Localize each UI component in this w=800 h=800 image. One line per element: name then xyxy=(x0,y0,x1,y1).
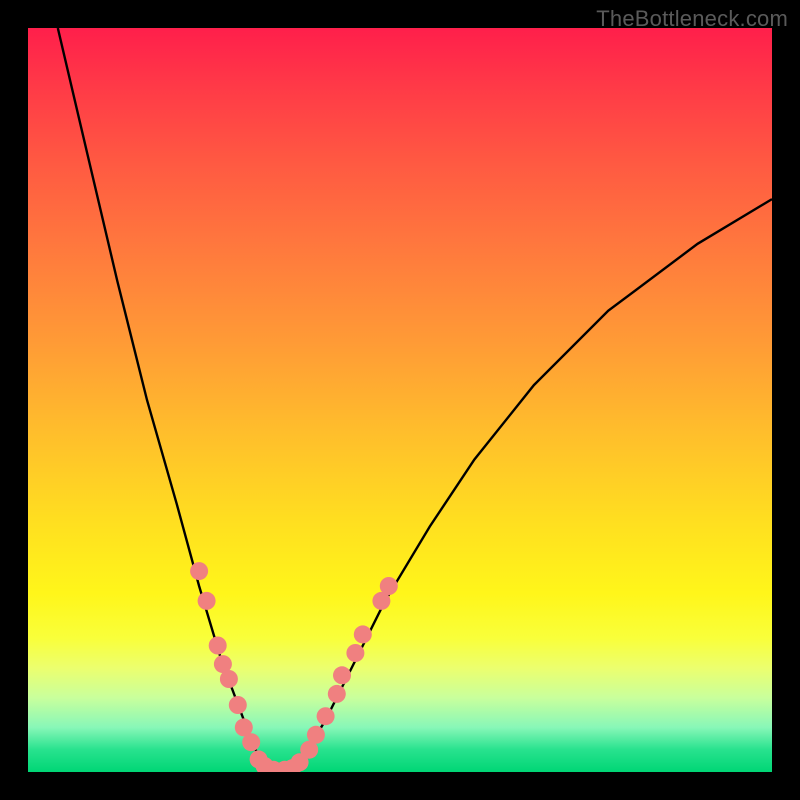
curve-marker xyxy=(220,670,238,688)
curve-marker xyxy=(317,707,335,725)
watermark-text: TheBottleneck.com xyxy=(596,6,788,32)
plot-area xyxy=(28,28,772,772)
curve-marker xyxy=(209,637,227,655)
curve-marker xyxy=(380,577,398,595)
curve-marker xyxy=(354,625,372,643)
curve-markers xyxy=(190,562,398,772)
chart-frame: TheBottleneck.com xyxy=(0,0,800,800)
bottleneck-curve xyxy=(58,28,772,772)
curve-marker xyxy=(307,726,325,744)
curve-marker xyxy=(242,733,260,751)
curve-marker xyxy=(229,696,247,714)
curve-marker xyxy=(198,592,216,610)
bottleneck-curve-svg xyxy=(28,28,772,772)
curve-marker xyxy=(190,562,208,580)
curve-marker xyxy=(346,644,364,662)
curve-marker xyxy=(328,685,346,703)
curve-marker xyxy=(333,666,351,684)
